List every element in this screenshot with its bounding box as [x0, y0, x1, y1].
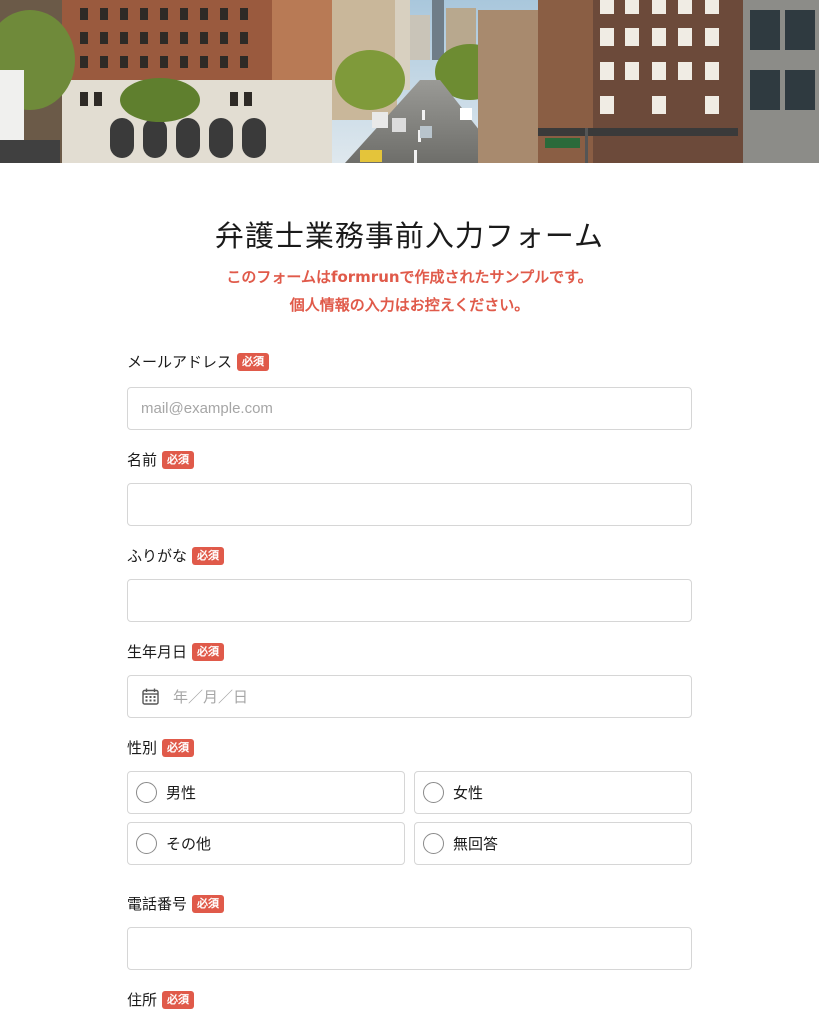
furigana-label: ふりがな 必須: [127, 545, 225, 566]
radio-button[interactable]: [423, 833, 444, 854]
furigana-input[interactable]: [127, 579, 692, 622]
name-label: 名前 必須: [127, 449, 195, 470]
email-label: メールアドレス 必須: [127, 351, 270, 372]
header-image: [0, 0, 819, 163]
sample-notice-line-2: 個人情報の入力はお控えください。: [289, 296, 530, 314]
phone-input[interactable]: [127, 927, 692, 970]
gender-option-no-answer[interactable]: 無回答: [414, 822, 692, 865]
required-badge: 必須: [192, 894, 225, 913]
required-badge: 必須: [162, 738, 195, 757]
required-badge: 必須: [192, 546, 225, 565]
gender-option-other[interactable]: その他: [127, 822, 405, 865]
birthdate-input[interactable]: 年／月／日: [127, 675, 692, 718]
gender-label: 性別 必須: [127, 737, 195, 758]
birthdate-label: 生年月日 必須: [127, 641, 225, 662]
gender-option-female[interactable]: 女性: [414, 771, 692, 814]
radio-button[interactable]: [136, 782, 157, 803]
birthdate-placeholder: 年／月／日: [173, 688, 249, 706]
city-street-photo: [0, 0, 819, 163]
calendar-icon: [142, 688, 159, 705]
email-input[interactable]: [127, 387, 692, 430]
required-badge: 必須: [192, 642, 225, 661]
name-input[interactable]: [127, 483, 692, 526]
radio-button[interactable]: [423, 782, 444, 803]
radio-button[interactable]: [136, 833, 157, 854]
gender-option-male[interactable]: 男性: [127, 771, 405, 814]
form-title: 弁護士業務事前入力フォーム: [214, 219, 605, 253]
required-badge: 必須: [237, 352, 270, 371]
phone-label: 電話番号 必須: [127, 893, 225, 914]
required-badge: 必須: [162, 990, 195, 1009]
sample-notice-line-1: このフォームはformrunで作成されたサンプルです。: [226, 268, 593, 286]
address-label: 住所 必須: [127, 989, 195, 1010]
required-badge: 必須: [162, 450, 195, 469]
